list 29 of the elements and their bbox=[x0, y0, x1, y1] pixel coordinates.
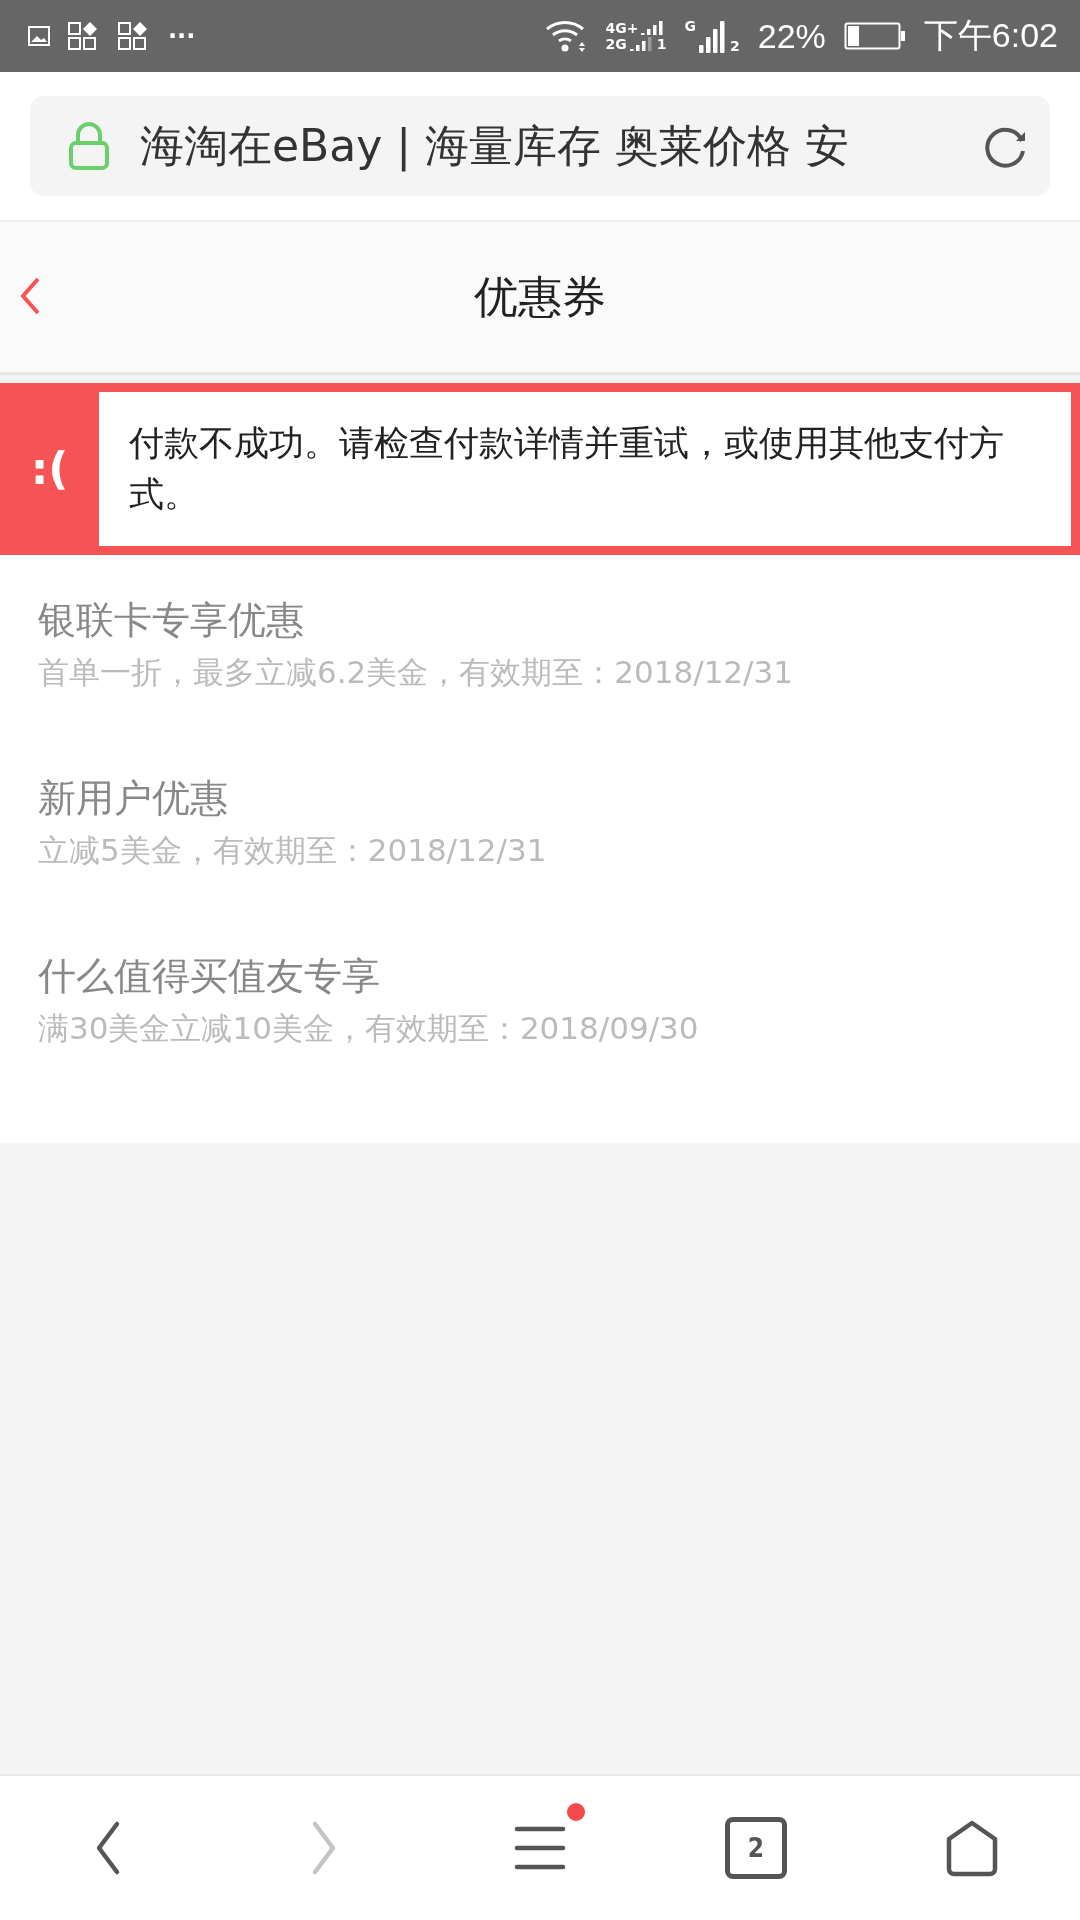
signal-icon bbox=[629, 37, 654, 51]
battery-percent: 22% bbox=[757, 16, 826, 56]
sad-face-text: :( bbox=[29, 442, 70, 497]
coupon-detail: 满30美金立减10美金，有效期至：2018/09/30 bbox=[38, 1008, 700, 1048]
page-title: 海淘在eBay | 海量库存 奥莱价格 安 bbox=[140, 118, 851, 174]
network-type-text: G bbox=[684, 19, 696, 33]
sim-number-text: 1 bbox=[656, 37, 667, 51]
signal-icon bbox=[699, 19, 727, 53]
coupon-title[interactable]: 新用户优惠 bbox=[38, 772, 1042, 824]
address-bar[interactable]: 海淘在eBay | 海量库存 奥莱价格 安 bbox=[30, 96, 1050, 196]
network-type-text: 4G+ bbox=[605, 21, 639, 35]
sim-number-text: 2 bbox=[730, 39, 740, 53]
coupon-detail: 首单一折，最多立减6.2美金，有效期至：2018/12/31 bbox=[38, 652, 794, 692]
battery-icon bbox=[843, 22, 906, 50]
overflow-text: ··· bbox=[168, 24, 196, 48]
coupon-title[interactable]: 银联卡专享优惠 bbox=[38, 594, 1042, 646]
image-icon bbox=[28, 26, 50, 46]
header-title: 优惠券 bbox=[474, 269, 606, 324]
app-grid-icon bbox=[68, 21, 100, 51]
menu-icon bbox=[514, 1825, 566, 1871]
signal-icon bbox=[641, 21, 666, 35]
notification-dot bbox=[567, 1803, 585, 1821]
network-type-text: 2G bbox=[605, 37, 627, 51]
error-message: 付款不成功。请检查付款详情并重试，或使用其他支付方式。 bbox=[99, 392, 1071, 546]
clock-time: 下午6:02 bbox=[923, 15, 1058, 56]
app-grid-icon bbox=[118, 21, 150, 51]
coupon-detail: 立减5美金，有效期至：2018/12/31 bbox=[38, 830, 548, 870]
coupon-title[interactable]: 什么值得买值友专享 bbox=[38, 950, 1042, 1002]
tabs-button[interactable]: 2 bbox=[701, 1793, 811, 1903]
